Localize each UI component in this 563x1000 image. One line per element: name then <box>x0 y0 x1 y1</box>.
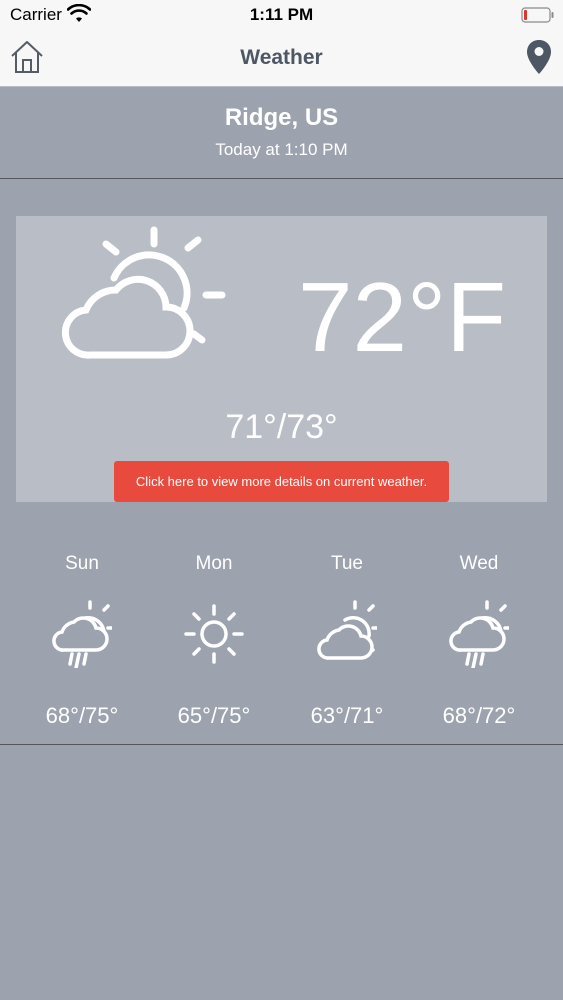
partly-cloudy-icon <box>61 226 226 359</box>
day-temp-range: 68°/72° <box>442 703 516 728</box>
updated-time: Today at 1:10 PM <box>215 140 348 159</box>
current-temp-range: 71°/73° <box>225 408 338 446</box>
page-title: Weather <box>240 46 323 69</box>
status-bar: Carrier 1:11 PM <box>0 0 563 30</box>
day-name: Tue <box>330 553 364 574</box>
divider <box>0 744 563 745</box>
location-pin-icon[interactable] <box>526 39 552 75</box>
day-name: Sun <box>65 553 99 574</box>
current-weather-card: 72°F 71°/73° Click here to view more det… <box>16 216 547 502</box>
day-temp-range: 68°/75° <box>45 703 119 728</box>
day-temp-range: 65°/75° <box>177 703 251 728</box>
sunny-icon <box>184 604 244 664</box>
current-temperature: 72°F <box>298 262 507 372</box>
battery-icon <box>521 7 554 23</box>
details-button[interactable]: Click here to view more details on curre… <box>114 461 449 502</box>
day-temp-range: 63°/71° <box>310 703 384 728</box>
navigation-bar: Weather <box>0 30 563 87</box>
status-time: 1:11 PM <box>249 5 314 24</box>
rain-icon <box>449 600 509 668</box>
day-name: Mon <box>195 553 233 574</box>
rain-icon <box>52 600 112 668</box>
forecast-row: Sun 68°/75° Mon 65°/75° Tue 63°/71° Wed … <box>0 548 563 744</box>
location-header: Ridge, US Today at 1:10 PM <box>0 86 563 179</box>
partly-cloudy-icon <box>317 600 377 660</box>
day-name: Wed <box>459 553 499 574</box>
city-name: Ridge, US <box>224 104 339 131</box>
